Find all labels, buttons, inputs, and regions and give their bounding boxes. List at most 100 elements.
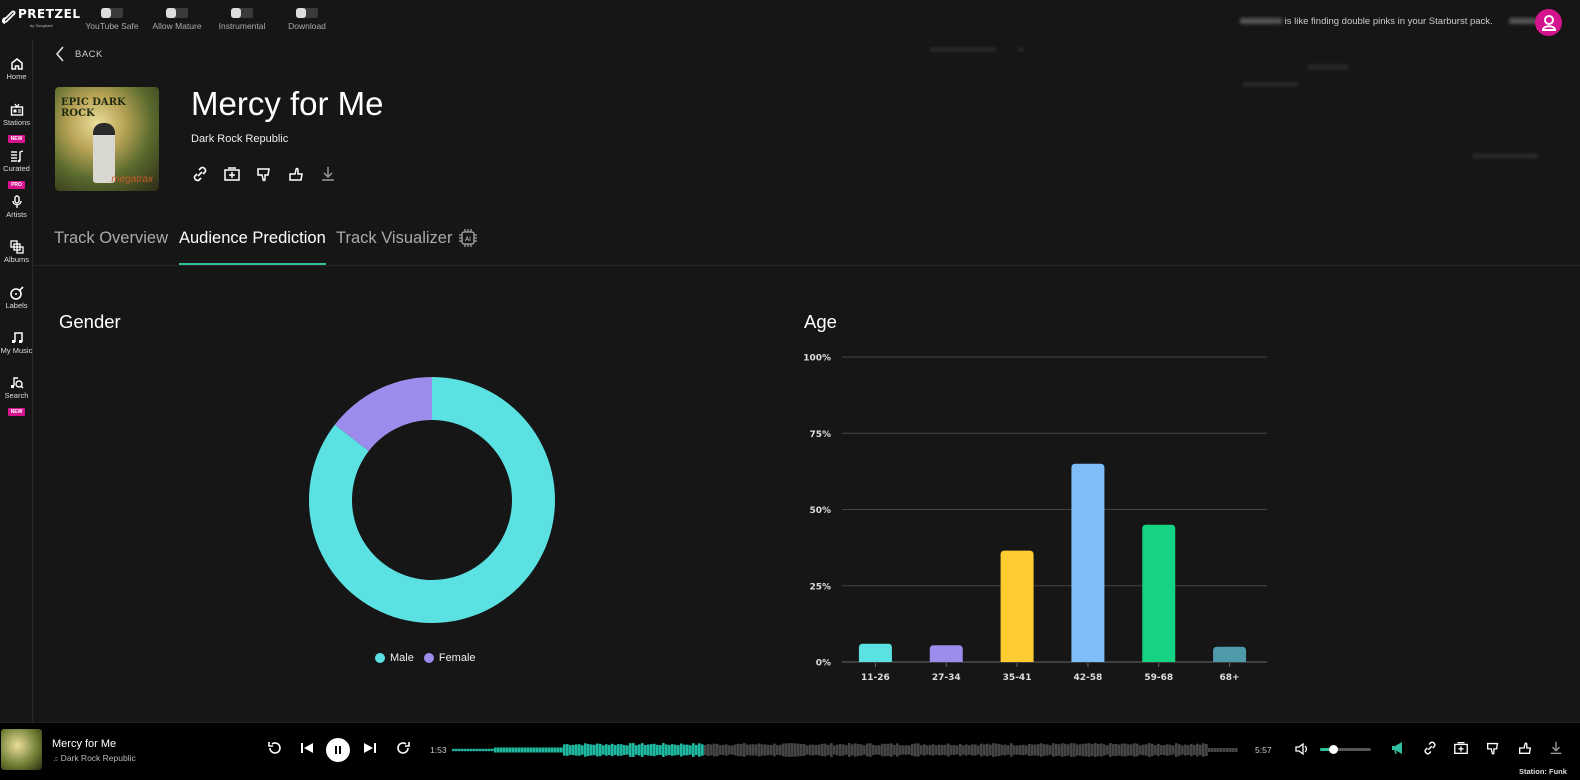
waveform-bar: [911, 744, 914, 756]
waveform-bar: [1220, 748, 1223, 752]
bar-11-26[interactable]: [858, 643, 892, 662]
announce-icon[interactable]: [1390, 740, 1406, 756]
sidebar-item-search[interactable]: Search NEW: [0, 376, 33, 418]
waveform-bar: [947, 743, 950, 757]
waveform-bar: [890, 743, 893, 757]
rewind-icon[interactable]: [267, 740, 283, 756]
waveform-bar: [791, 743, 794, 757]
sidebar-item-home[interactable]: Home: [0, 57, 33, 81]
toggle-label: Download: [288, 21, 326, 31]
waveform-bar: [815, 744, 818, 756]
tab-track-overview[interactable]: Track Overview: [54, 229, 168, 263]
bar-42-58[interactable]: [1071, 463, 1105, 662]
bar-35-41[interactable]: [1000, 550, 1034, 662]
sidebar-item-stations[interactable]: Stations NEW: [0, 103, 33, 145]
waveform-bar: [557, 747, 560, 753]
tab-audience-prediction[interactable]: Audience Prediction: [179, 229, 326, 265]
player-add-to-playlist-icon[interactable]: [1453, 740, 1469, 756]
waveform-bar: [1136, 743, 1139, 757]
waveform-bar: [941, 744, 944, 756]
waveform-bar: [686, 744, 689, 756]
pause-button[interactable]: [326, 738, 350, 762]
sidebar-item-artists[interactable]: Artists: [0, 195, 33, 219]
waveform-bar: [521, 747, 524, 753]
link-icon[interactable]: [191, 165, 209, 183]
waveform-bar: [1022, 744, 1025, 756]
add-to-playlist-icon[interactable]: [223, 165, 241, 183]
sidebar-item-albums[interactable]: Albums: [0, 240, 33, 264]
bar-68+[interactable]: [1213, 646, 1247, 662]
waveform-bar: [623, 745, 626, 755]
legend-item-male[interactable]: Male: [375, 652, 414, 664]
cover-label: megatrax: [111, 174, 153, 185]
player-dislike-icon[interactable]: [1485, 740, 1501, 756]
gender-donut-chart: [308, 377, 555, 623]
dislike-icon[interactable]: [255, 165, 273, 183]
player-like-icon[interactable]: [1517, 740, 1533, 756]
player-artist[interactable]: ♫ Dark Rock Republic: [53, 753, 136, 763]
pause-icon: [335, 746, 341, 754]
waveform-bar: [629, 743, 632, 757]
waveform-bar: [932, 744, 935, 756]
bar-27-34[interactable]: [929, 645, 963, 662]
next-track-icon[interactable]: [362, 740, 378, 756]
waveform-bar: [599, 743, 602, 757]
waveform-bar: [533, 747, 536, 753]
decorative-blurred-text: [1472, 153, 1538, 159]
waveform-bar: [509, 747, 512, 753]
back-button[interactable]: BACK: [55, 46, 103, 62]
like-icon[interactable]: [287, 165, 305, 183]
decorative-blurred-text: [1243, 82, 1298, 87]
waveform-bar: [560, 747, 563, 753]
sidebar-item-labels[interactable]: Labels: [0, 286, 33, 310]
waveform-bar: [527, 747, 530, 753]
track-artist[interactable]: Dark Rock Republic: [191, 133, 288, 145]
legend-label: Female: [438, 652, 476, 664]
legend-swatch: [375, 653, 385, 663]
sidebar-item-curated[interactable]: Curated PRO: [0, 149, 33, 191]
waveform-bar: [677, 745, 680, 755]
waveform-bar: [698, 743, 701, 757]
pro-badge: PRO: [8, 181, 25, 189]
waveform-bar: [1007, 745, 1010, 755]
fast-forward-icon[interactable]: [395, 740, 411, 756]
bar-59-68[interactable]: [1142, 524, 1176, 662]
waveform-bar: [830, 743, 833, 757]
sidebar-item-my-music[interactable]: My Music: [0, 331, 33, 355]
waveform-bar: [656, 744, 659, 756]
waveform-bar: [1139, 745, 1142, 755]
tab-track-visualizer[interactable]: Track Visualizer: [336, 229, 452, 263]
waveform-bar: [482, 748, 485, 752]
player-album-cover[interactable]: [1, 729, 42, 770]
volume-handle[interactable]: [1328, 745, 1338, 754]
toggle-download[interactable]: Download: [267, 8, 347, 31]
waveform-bar: [917, 743, 920, 757]
y-tick-label: 0%: [816, 659, 831, 669]
track-title: Mercy for Me: [191, 85, 384, 122]
legend-item-female[interactable]: Female: [423, 652, 476, 664]
waveform-bar: [641, 743, 644, 757]
waveform-bar: [995, 743, 998, 757]
waveform-seekbar[interactable]: [452, 740, 1238, 760]
waveform-bar: [737, 743, 740, 757]
waveform-bar: [719, 745, 722, 755]
volume-slider[interactable]: [1320, 745, 1371, 754]
previous-track-icon[interactable]: [299, 740, 315, 756]
waveform-bar: [593, 744, 596, 756]
user-avatar[interactable]: [1535, 9, 1562, 36]
waveform-bar: [1043, 744, 1046, 756]
download-icon[interactable]: [319, 165, 337, 183]
microphone-icon: [11, 195, 22, 208]
waveform-bar: [755, 744, 758, 756]
x-tick-label: 59-68: [1144, 673, 1173, 683]
waveform-bar: [536, 747, 539, 753]
waveform-bar: [575, 744, 578, 756]
volume-icon[interactable]: [1295, 742, 1309, 756]
pretzel-logo[interactable]: PRETZEL by Songtradr: [2, 7, 80, 28]
waveform-bar: [1199, 744, 1202, 756]
y-tick-label: 25%: [809, 582, 831, 592]
waveform-bar: [734, 744, 737, 756]
player-track-title[interactable]: Mercy for Me: [52, 738, 116, 750]
player-download-icon[interactable]: [1548, 740, 1564, 756]
player-link-icon[interactable]: [1422, 740, 1438, 756]
